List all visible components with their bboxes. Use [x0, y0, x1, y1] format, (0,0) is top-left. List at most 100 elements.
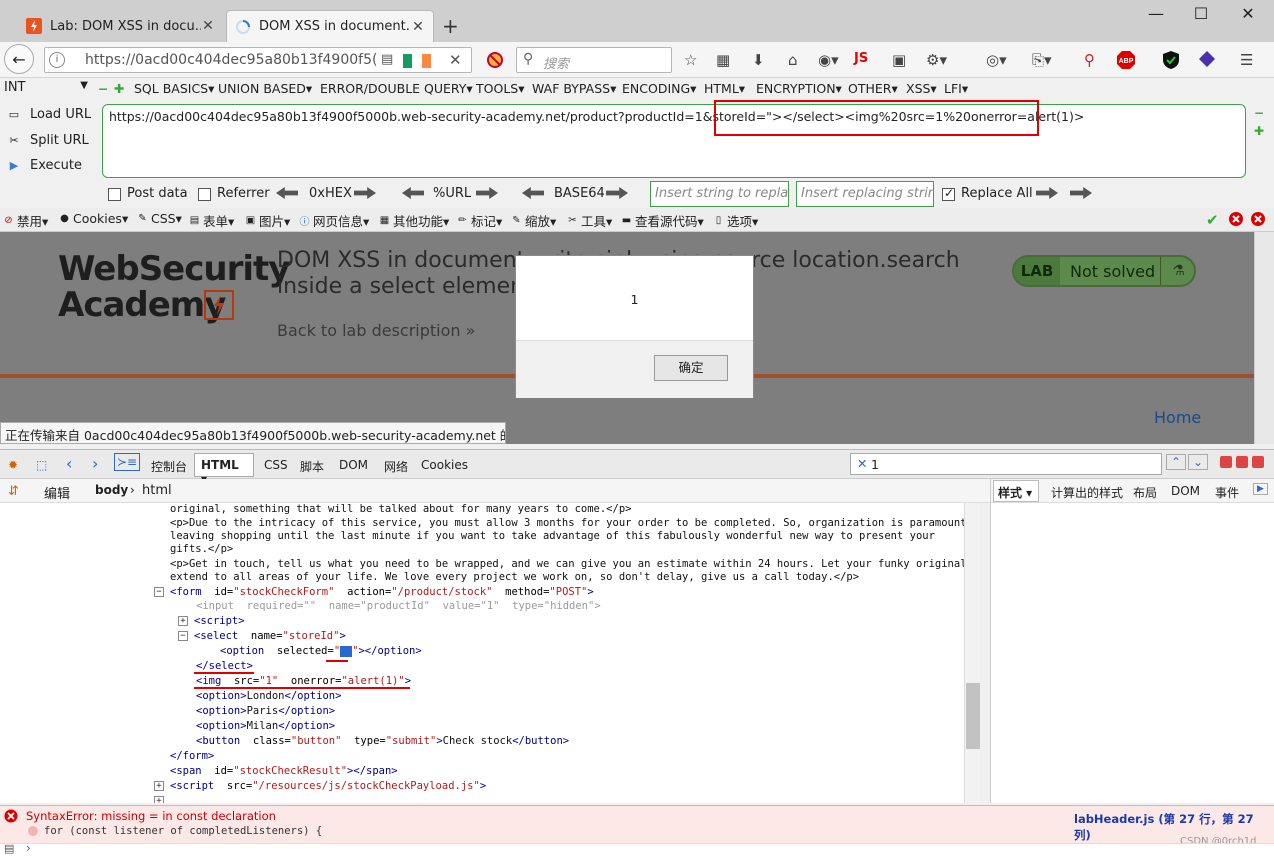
code-line-select[interactable]: − <select name="storeId"> — [178, 630, 346, 643]
reading-list-icon[interactable]: ▦ — [716, 51, 730, 69]
tab-close-icon[interactable]: ✕ — [201, 18, 215, 34]
page-icon[interactable]: ⎘▾ — [1032, 51, 1052, 69]
address-bar[interactable]: i https://0acd00c404dec95a80b13f4900f5( … — [44, 47, 472, 73]
addon-tools[interactable]: ✂ 工具▾ — [566, 211, 612, 230]
tab-dom-xss[interactable]: DOM XSS in document.… ✕ — [226, 10, 434, 42]
replace-next-arrow-icon[interactable] — [1070, 187, 1092, 199]
block-icon[interactable] — [486, 51, 504, 73]
menu-error-double-query[interactable]: ERROR/DOUBLE QUERY▾ — [320, 81, 473, 96]
breadcrumb-html[interactable]: html — [142, 483, 172, 498]
tab-console[interactable]: 控制台 — [151, 458, 187, 475]
addon-resize[interactable]: ✎ 缩放▾ — [510, 211, 556, 230]
home-icon[interactable]: ⌂ — [788, 51, 798, 69]
code-line-form[interactable]: − <form id="stockCheckForm" action="/prod… — [154, 586, 594, 599]
tab-dom[interactable]: DOM — [339, 458, 368, 472]
menu-encryption[interactable]: ENCRYPTION▾ — [756, 81, 842, 96]
replacing-input[interactable]: Insert replacing string — [796, 181, 934, 207]
settings-icon[interactable]: ⚙▾ — [926, 51, 947, 69]
scrollbar-thumb[interactable] — [966, 683, 980, 749]
tree-icon[interactable]: ⇵ — [8, 484, 19, 499]
maximize-button[interactable]: ☐ — [1191, 4, 1211, 23]
collapse-toggle-icon[interactable]: − — [154, 587, 164, 597]
expand-icon[interactable]: ✚ — [1254, 124, 1264, 138]
collapse-toggle-icon[interactable]: − — [178, 631, 188, 641]
menu-sql-basics[interactable]: SQL BASICS▾ — [134, 81, 214, 96]
hackbar-url-textarea[interactable]: https://0acd00c404dec95a80b13f4900f5000b… — [102, 104, 1246, 178]
menu-html[interactable]: HTML▾ — [704, 81, 745, 96]
addon-cookies[interactable]: ● Cookies▾ — [58, 211, 128, 226]
checkmark-icon[interactable]: ✔ — [1206, 211, 1219, 229]
tab-styles[interactable]: 样式 ▾ — [993, 480, 1039, 502]
code-line-script[interactable]: + <script> — [178, 615, 245, 628]
back-to-lab-link[interactable]: Back to lab description » — [277, 321, 475, 340]
tab-html[interactable]: HTML ▾ — [194, 453, 254, 486]
firebug-icon[interactable]: ✹ — [8, 458, 18, 472]
clear-url-icon[interactable]: ✕ — [449, 51, 462, 69]
inspect-icon[interactable]: ⬚ — [36, 458, 47, 472]
base64-encode-arrow-icon[interactable] — [606, 187, 628, 199]
post-data-checkbox[interactable] — [108, 188, 121, 201]
download-icon[interactable]: ⬇ — [752, 51, 765, 69]
addon-options[interactable]: ▯ 选项▾ — [712, 211, 759, 230]
detach-devtools-icon[interactable] — [1236, 456, 1248, 468]
split-url-button[interactable]: ✂ Split URL — [6, 132, 88, 148]
tab-events[interactable]: 事件 — [1215, 484, 1239, 501]
code-line-button[interactable]: <button class="button" type="submit">Che… — [196, 735, 569, 748]
menu-tools[interactable]: TOOLS▾ — [476, 81, 525, 96]
expand-toggle-icon[interactable]: + — [178, 616, 188, 626]
ok-button[interactable]: 确定 — [654, 355, 728, 381]
search-box[interactable]: ⚲ 搜索 — [516, 47, 672, 73]
back-icon[interactable]: ‹ — [66, 454, 72, 473]
window-close-button[interactable]: ✕ — [1238, 4, 1258, 23]
tab-close-icon[interactable]: ✕ — [411, 19, 425, 35]
forward-icon[interactable]: › — [92, 454, 98, 473]
hex-decode-arrow-icon[interactable] — [276, 187, 298, 199]
collapse-icon[interactable]: − — [1254, 106, 1264, 120]
code-line-script-partial[interactable]: + — [154, 795, 170, 803]
url-encode-arrow-icon[interactable] — [476, 187, 498, 199]
addon-outline[interactable]: ✏ 标记▾ — [456, 211, 502, 230]
code-line-option[interactable]: <option>Paris</option> — [196, 705, 335, 718]
devtools-search-input[interactable]: ✕ 1 — [850, 453, 1162, 475]
console-menu-icon[interactable]: ▤ — [4, 842, 14, 855]
code-line-input[interactable]: <input required="" name="productId" valu… — [196, 600, 601, 613]
command-line-icon[interactable]: ≻≡ — [114, 453, 141, 471]
search-next-icon[interactable]: ⌄ — [1188, 454, 1209, 470]
plus-icon[interactable]: ✚ — [114, 81, 124, 96]
console-input[interactable]: ▤ › — [0, 841, 1274, 857]
menu-encoding[interactable]: ENCODING▾ — [622, 81, 696, 96]
execute-button[interactable]: ▶ Execute — [6, 157, 82, 173]
code-line-form-close[interactable]: </form> — [170, 750, 214, 763]
addon-forms[interactable]: ▤ 表单▾ — [188, 211, 235, 230]
minimize-devtools-icon[interactable] — [1220, 456, 1232, 468]
referrer-checkbox[interactable] — [198, 188, 211, 201]
more-tabs-icon[interactable]: ▶ — [1253, 483, 1268, 495]
code-scrollbar[interactable] — [964, 503, 980, 803]
search-clear-icon[interactable]: ✕ — [857, 456, 867, 471]
replace-input[interactable]: Insert string to replace — [650, 181, 789, 207]
tab-script[interactable]: 脚本 — [300, 458, 324, 475]
breadcrumb-body[interactable]: body — [95, 483, 128, 497]
url-decode-arrow-icon[interactable] — [402, 187, 424, 199]
breakpoint-icon[interactable] — [28, 826, 38, 836]
load-url-button[interactable]: ▭ Load URL — [6, 106, 91, 122]
new-tab-button[interactable]: + — [442, 14, 459, 38]
menu-waf-bypass[interactable]: WAF BYPASS▾ — [532, 81, 616, 96]
code-line-option[interactable]: <option>London</option> — [196, 690, 341, 703]
code-line-span[interactable]: <span id="stockCheckResult"></span> — [170, 765, 398, 778]
tab-layout[interactable]: 布局 — [1133, 484, 1157, 501]
zoom-icon[interactable]: ⚲ — [1084, 51, 1095, 69]
back-button[interactable]: ← — [4, 44, 34, 74]
edit-button[interactable]: 编辑 — [44, 483, 70, 502]
replace-arrow-icon[interactable] — [1036, 187, 1058, 199]
tab-lab[interactable]: Lab: DOM XSS in docu… ✕ — [18, 10, 223, 42]
minimize-button[interactable]: — — [1146, 4, 1166, 23]
menu-union-based[interactable]: UNION BASED▾ — [218, 81, 312, 96]
page-scrollbar[interactable] — [1254, 232, 1274, 444]
menu-xss[interactable]: XSS▾ — [906, 81, 937, 96]
home-link[interactable]: Home — [1154, 408, 1201, 427]
star-icon[interactable]: ☆ — [684, 51, 697, 69]
addon-disable[interactable]: ⊘ 禁用▾ — [2, 211, 48, 230]
close-devtools-icon[interactable] — [1252, 456, 1264, 468]
tab-cookies[interactable]: Cookies — [421, 458, 468, 472]
